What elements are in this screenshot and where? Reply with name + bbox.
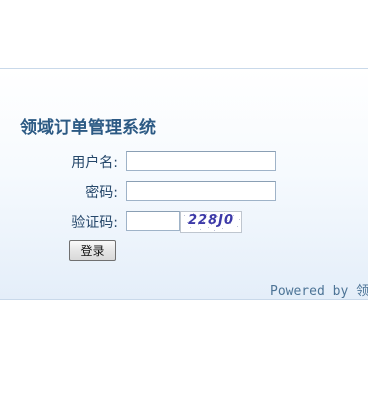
captcha-image[interactable]: 228J0 xyxy=(180,211,242,233)
password-input[interactable] xyxy=(126,181,276,201)
username-input[interactable] xyxy=(126,151,276,171)
powered-by-footer: Powered by 领 xyxy=(270,284,368,299)
captcha-input[interactable] xyxy=(126,211,180,231)
login-panel: 领域订单管理系统 用户名: 密码: 验证码: 228J0 登录 Powered … xyxy=(0,68,368,300)
login-button[interactable]: 登录 xyxy=(69,240,116,261)
login-page: 领域订单管理系统 用户名: 密码: 验证码: 228J0 登录 Powered … xyxy=(0,0,368,408)
system-title: 领域订单管理系统 xyxy=(20,118,156,138)
captcha-text: 228J0 xyxy=(187,213,235,228)
password-label: 密码: xyxy=(85,185,118,201)
username-label: 用户名: xyxy=(71,155,118,171)
captcha-label: 验证码: xyxy=(71,215,118,231)
